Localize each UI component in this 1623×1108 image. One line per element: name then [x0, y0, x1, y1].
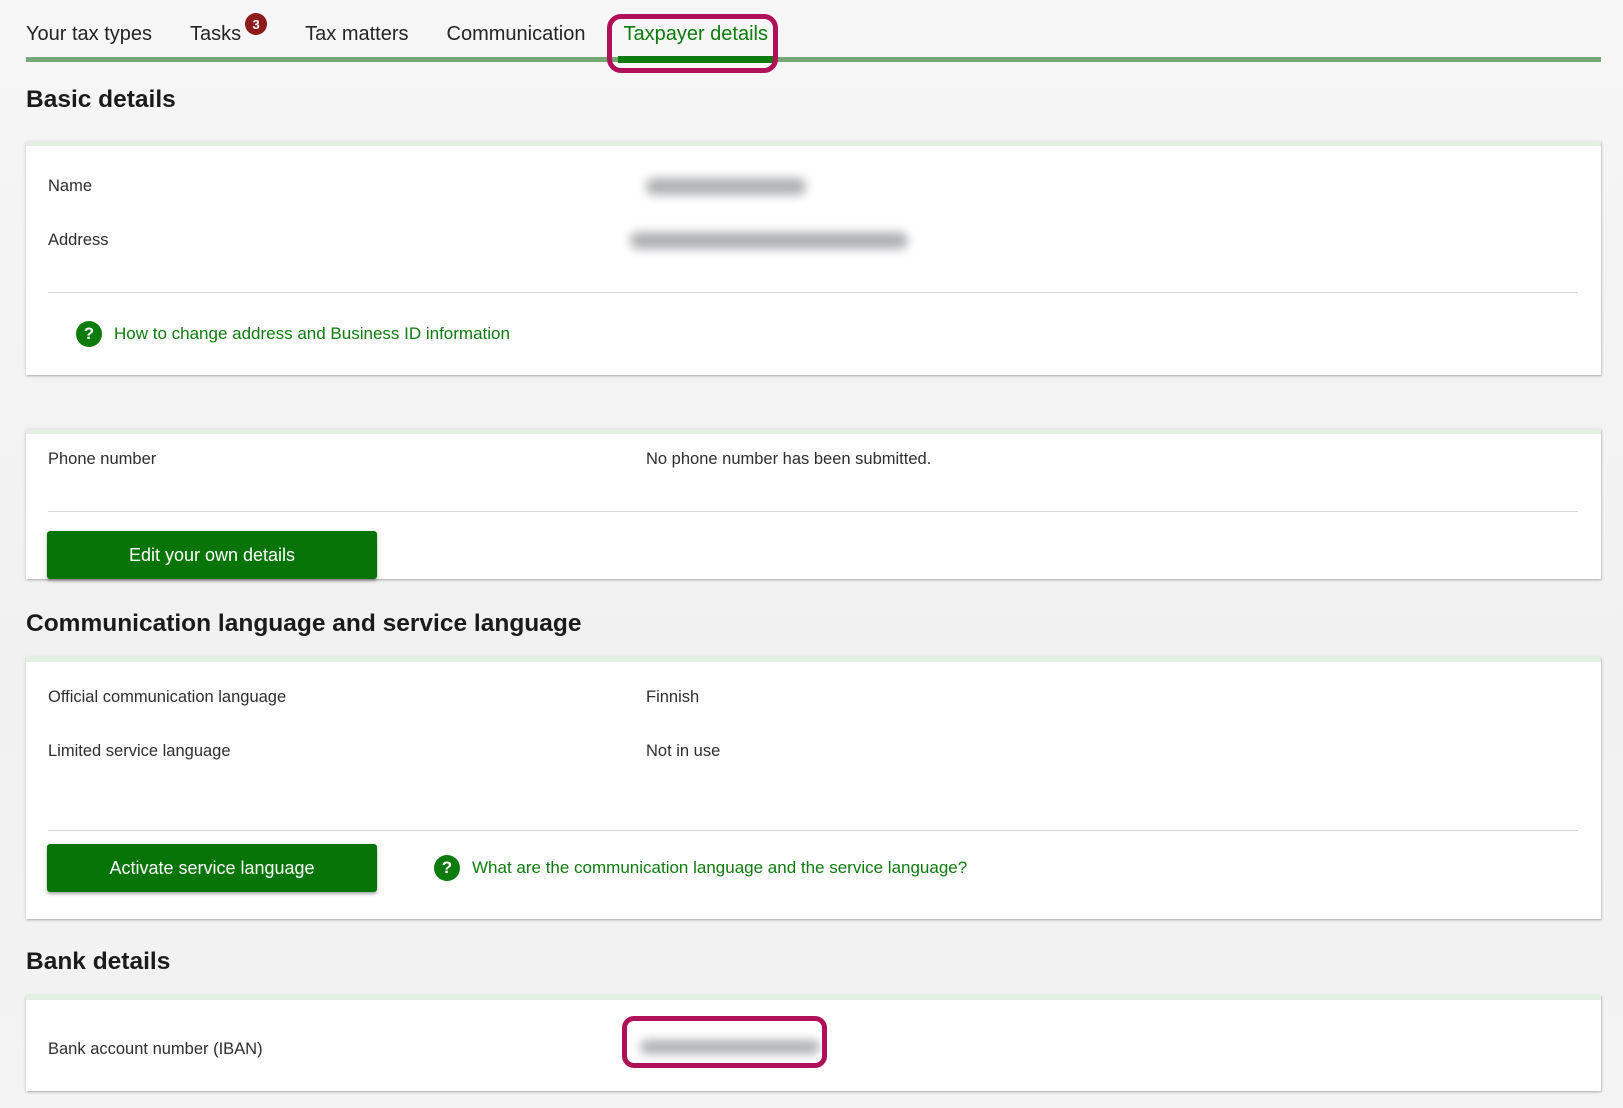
iban-row: Bank account number (IBAN) — [26, 1022, 1601, 1076]
tab-tax-matters[interactable]: Tax matters — [305, 22, 408, 57]
help-link-change-address[interactable]: ? How to change address and Business ID … — [26, 293, 1601, 375]
tab-bar: Your tax types Tasks3 Tax matters Commun… — [26, 22, 1601, 62]
service-language-value: Not in use — [646, 742, 1601, 761]
redacted-name-value — [646, 178, 806, 195]
contact-details-card: Phone number No phone number has been su… — [26, 429, 1601, 579]
redacted-address-value — [630, 232, 908, 249]
name-label: Name — [48, 177, 646, 196]
tab-label: Tax matters — [305, 23, 408, 45]
tab-label: Taxpayer details — [623, 23, 768, 45]
address-row: Address — [26, 213, 1601, 267]
address-value — [646, 232, 1601, 249]
tasks-count-badge: 3 — [245, 13, 267, 35]
communication-language-value: Finnish — [646, 688, 1601, 707]
help-icon: ? — [434, 855, 460, 881]
tab-communication[interactable]: Communication — [447, 22, 586, 57]
phone-number-label: Phone number — [48, 450, 646, 469]
tab-label: Your tax types — [26, 23, 152, 45]
tab-label: Communication — [447, 23, 586, 45]
tab-taxpayer-details[interactable]: Taxpayer details — [623, 22, 768, 57]
question-mark-glyph: ? — [84, 324, 94, 344]
help-link-label: What are the communication language and … — [472, 858, 967, 878]
iban-label: Bank account number (IBAN) — [48, 1040, 646, 1059]
iban-value — [646, 1040, 1601, 1059]
communication-language-label: Official communication language — [48, 688, 646, 707]
redacted-iban-value — [640, 1040, 820, 1054]
edit-own-details-button[interactable]: Edit your own details — [47, 531, 377, 579]
language-actions-row: Activate service language ? What are the… — [26, 844, 1601, 919]
question-mark-glyph: ? — [442, 858, 452, 878]
communication-language-row: Official communication language Finnish — [26, 670, 1601, 724]
active-tab-underline — [618, 56, 773, 63]
help-link-label: How to change address and Business ID in… — [114, 324, 510, 344]
divider — [48, 830, 1578, 831]
iban-value-wrap — [640, 1040, 820, 1054]
section-heading-language: Communication language and service langu… — [26, 609, 1601, 639]
activate-service-language-button[interactable]: Activate service language — [47, 844, 377, 892]
tab-your-tax-types[interactable]: Your tax types — [26, 22, 152, 57]
divider — [48, 511, 1578, 512]
help-icon: ? — [76, 321, 102, 347]
basic-details-card: Name Address ? How to change address and… — [26, 141, 1601, 375]
phone-number-row: Phone number No phone number has been su… — [26, 434, 1601, 484]
help-link-service-language[interactable]: ? What are the communication language an… — [434, 855, 967, 881]
name-value — [646, 178, 1601, 195]
tab-tasks[interactable]: Tasks3 — [190, 22, 267, 57]
section-heading-bank-details: Bank details — [26, 947, 1601, 977]
service-language-label: Limited service language — [48, 742, 646, 761]
phone-number-value: No phone number has been submitted. — [646, 450, 1601, 469]
tab-label: Tasks — [190, 23, 241, 45]
section-heading-basic-details: Basic details — [26, 85, 1601, 115]
taxpayer-details-page: Your tax types Tasks3 Tax matters Commun… — [0, 0, 1623, 1091]
bank-details-card: Bank account number (IBAN) — [26, 995, 1601, 1091]
language-card: Official communication language Finnish … — [26, 657, 1601, 919]
address-label: Address — [48, 231, 646, 250]
name-row: Name — [26, 159, 1601, 213]
service-language-row: Limited service language Not in use — [26, 724, 1601, 778]
